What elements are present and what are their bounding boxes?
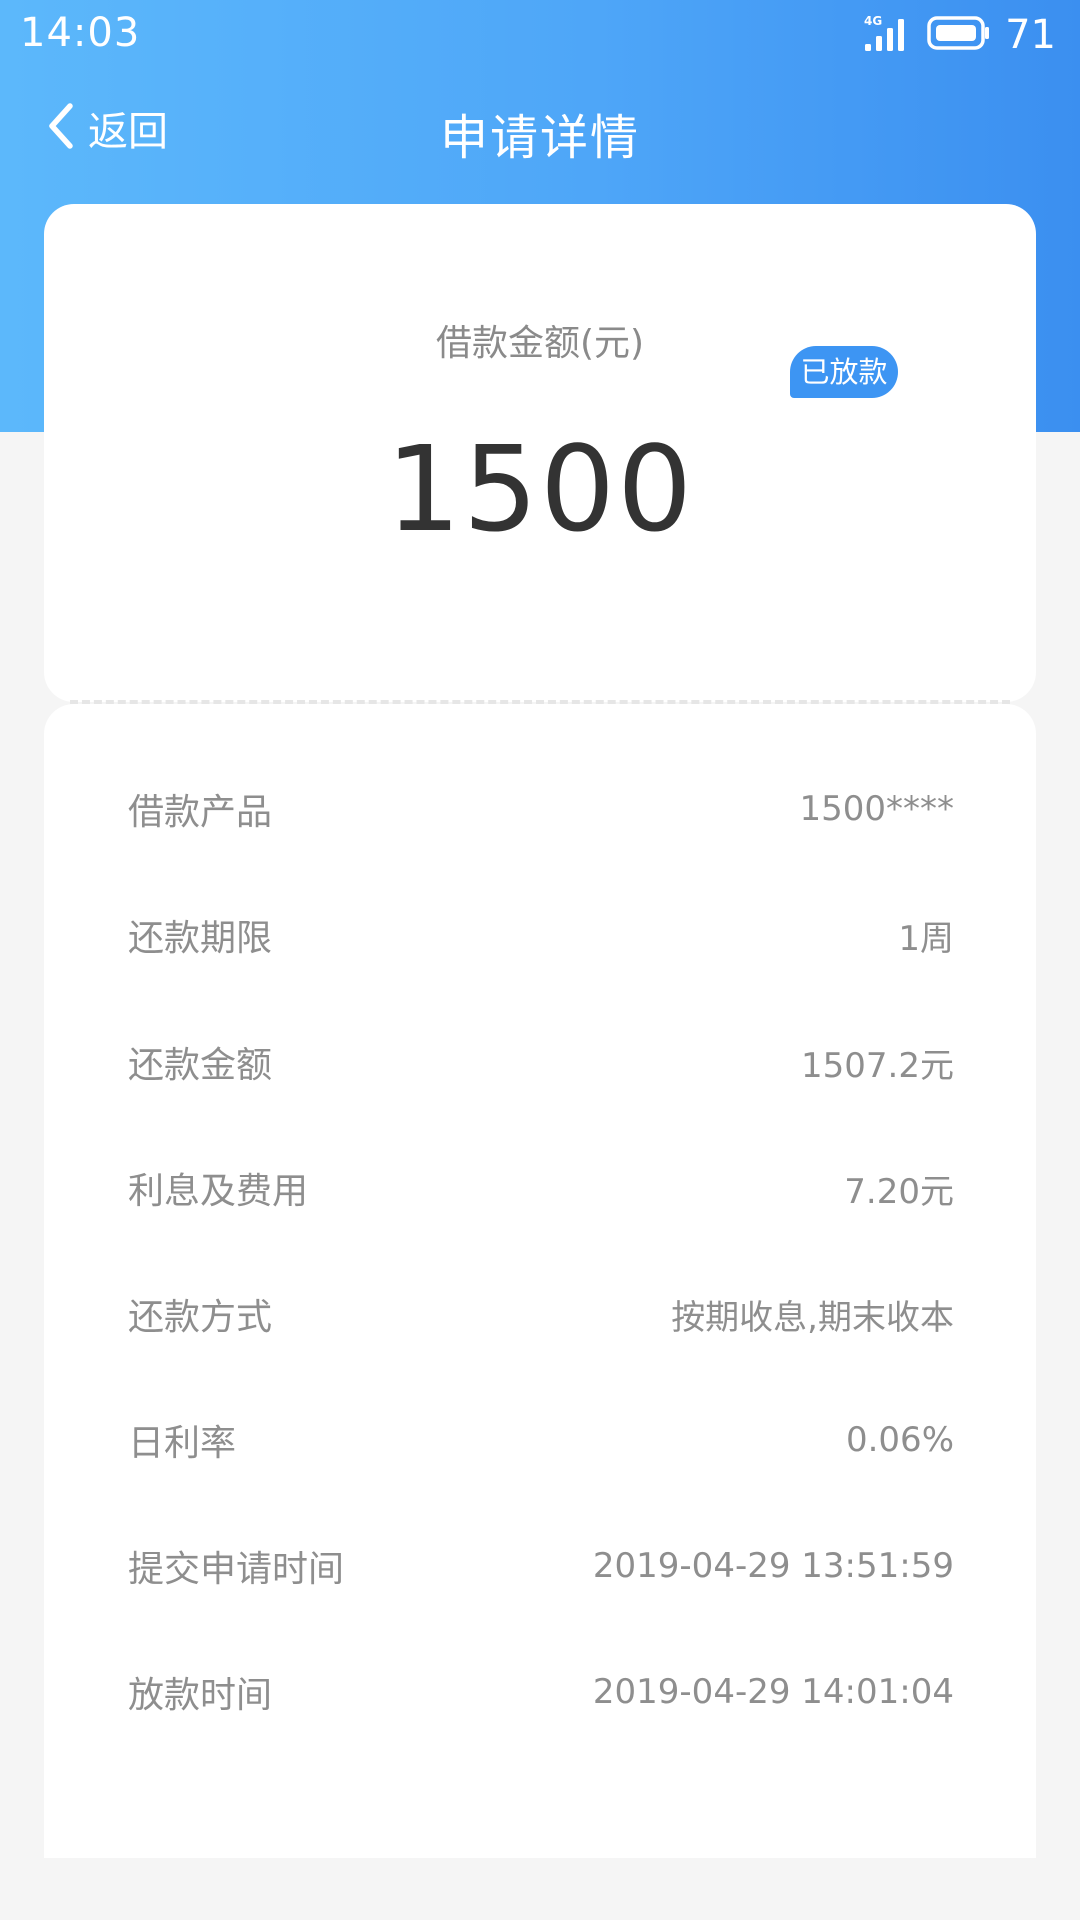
detail-value: 7.20元 — [844, 1171, 954, 1212]
detail-value: 1507.2元 — [801, 1045, 954, 1086]
detail-value: 2019-04-29 13:51:59 — [592, 1546, 954, 1586]
ticket-divider — [70, 700, 1010, 704]
detail-label: 还款期限 — [128, 918, 273, 959]
detail-label: 日利率 — [128, 1423, 237, 1464]
status-badge: 已放款 — [790, 346, 898, 398]
battery-icon — [927, 15, 991, 55]
detail-row-product: 借款产品 1500**** — [128, 779, 954, 839]
nav-bar: 返回 申请详情 — [0, 90, 1080, 170]
detail-row-repay-method: 还款方式 按期收息,期末收本 — [128, 1284, 954, 1344]
status-time: 14:03 — [20, 10, 141, 56]
detail-value: 2019-04-29 14:01:04 — [592, 1672, 954, 1712]
detail-row-disburse-time: 放款时间 2019-04-29 14:01:04 — [128, 1662, 954, 1722]
detail-label: 还款方式 — [128, 1297, 273, 1338]
details-card: 借款产品 1500**** 还款期限 1周 还款金额 1507.2元 利息及费用… — [44, 704, 1036, 1858]
detail-label: 提交申请时间 — [128, 1549, 345, 1590]
detail-row-interest: 利息及费用 7.20元 — [128, 1158, 954, 1218]
page-title: 申请详情 — [439, 110, 640, 166]
detail-label: 利息及费用 — [128, 1171, 309, 1212]
detail-value: 1500**** — [799, 789, 954, 829]
detail-value: 按期收息,期末收本 — [671, 1297, 954, 1338]
detail-label: 放款时间 — [128, 1675, 273, 1716]
network-type: 4G — [864, 14, 882, 28]
detail-row-repay-amount: 还款金额 1507.2元 — [128, 1032, 954, 1092]
detail-row-term: 还款期限 1周 — [128, 905, 954, 965]
detail-value: 1周 — [898, 918, 954, 959]
loan-amount: 1500 — [385, 420, 695, 558]
status-bar: 14:03 4G 71 — [0, 0, 1080, 70]
detail-label: 还款金额 — [128, 1045, 273, 1086]
detail-row-submit-time: 提交申请时间 2019-04-29 13:51:59 — [128, 1536, 954, 1596]
detail-row-daily-rate: 日利率 0.06% — [128, 1410, 954, 1470]
battery-level: 71 — [1005, 12, 1056, 58]
loan-amount-card: 借款金额(元) 已放款 1500 — [44, 204, 1036, 702]
status-indicators: 4G 71 — [863, 10, 1056, 60]
detail-value: 0.06% — [845, 1420, 954, 1460]
detail-label: 借款产品 — [128, 792, 273, 833]
signal-icon: 4G — [863, 13, 913, 57]
